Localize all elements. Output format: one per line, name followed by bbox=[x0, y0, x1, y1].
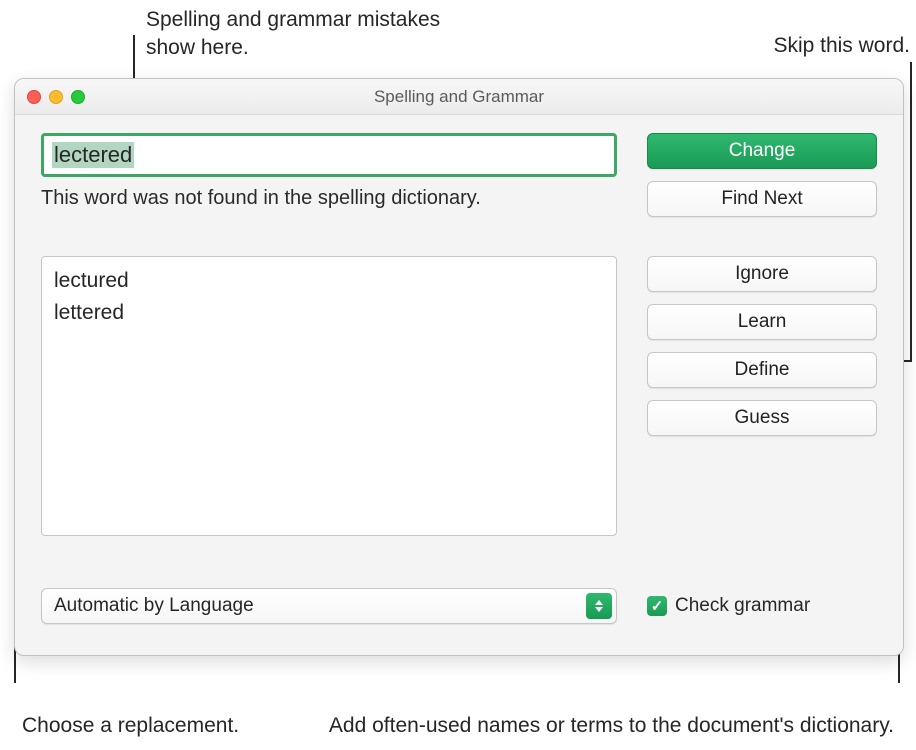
callout-mistakes: Spelling and grammar mistakes show here. bbox=[146, 6, 446, 63]
define-button[interactable]: Define bbox=[647, 352, 877, 388]
callout-line bbox=[910, 62, 912, 362]
spelling-grammar-window: Spelling and Grammar lectered This word … bbox=[14, 78, 904, 656]
mistake-message: This word was not found in the spelling … bbox=[41, 187, 617, 210]
guess-button[interactable]: Guess bbox=[647, 400, 877, 436]
suggestions-list[interactable]: lectured lettered bbox=[41, 256, 617, 536]
find-next-button[interactable]: Find Next bbox=[647, 181, 877, 217]
window-title: Spelling and Grammar bbox=[15, 87, 903, 107]
check-grammar-label: Check grammar bbox=[675, 595, 810, 617]
list-item[interactable]: lectured bbox=[54, 265, 604, 297]
callout-skip: Skip this word. bbox=[773, 32, 910, 60]
list-item[interactable]: lettered bbox=[54, 297, 604, 329]
check-grammar-checkbox[interactable]: ✓ bbox=[647, 596, 667, 616]
mistake-input[interactable]: lectered bbox=[41, 133, 617, 177]
language-select[interactable]: Automatic by Language bbox=[41, 588, 617, 624]
selected-mistake-word: lectered bbox=[52, 142, 134, 168]
learn-button[interactable]: Learn bbox=[647, 304, 877, 340]
callout-add-to-dictionary: Add often-used names or terms to the doc… bbox=[329, 712, 894, 740]
titlebar: Spelling and Grammar bbox=[15, 79, 903, 115]
change-button[interactable]: Change bbox=[647, 133, 877, 169]
ignore-button[interactable]: Ignore bbox=[647, 256, 877, 292]
language-selected-label: Automatic by Language bbox=[54, 595, 254, 617]
check-grammar-option[interactable]: ✓ Check grammar bbox=[647, 595, 877, 617]
chevron-updown-icon bbox=[586, 593, 612, 619]
callout-choose-replacement: Choose a replacement. bbox=[22, 712, 239, 740]
